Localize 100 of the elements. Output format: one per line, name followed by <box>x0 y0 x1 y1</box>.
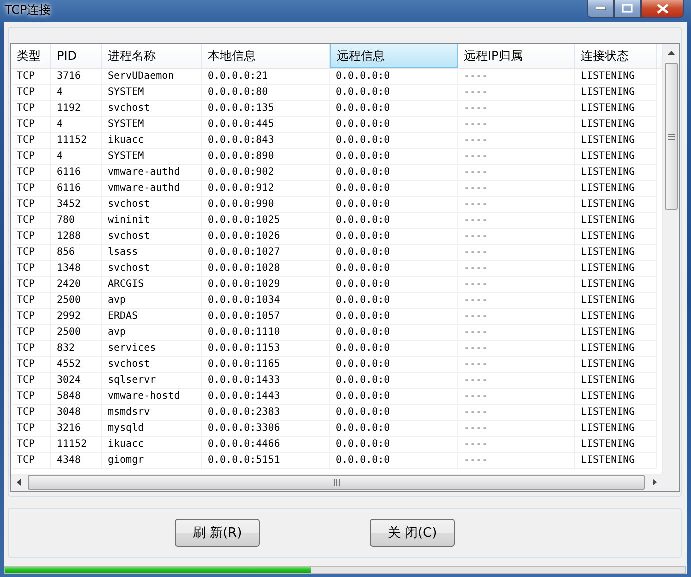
table-cell: ---- <box>458 181 575 197</box>
table-cell: ---- <box>458 149 575 165</box>
left-arrow-icon[interactable] <box>16 479 20 486</box>
table-cell: 0.0.0.0:2383 <box>202 405 330 421</box>
column-header[interactable]: PID <box>51 44 102 68</box>
table-cell: TCP <box>11 293 51 309</box>
table-cell: svchost <box>102 357 202 373</box>
table-cell: LISTENING <box>575 373 657 389</box>
table-cell: 3216 <box>51 421 102 437</box>
table-cell: 0.0.0.0:0 <box>330 133 458 149</box>
table-cell: 0.0.0.0:1034 <box>202 293 330 309</box>
table-cell: TCP <box>11 117 51 133</box>
table-cell: TCP <box>11 213 51 229</box>
table-cell: LISTENING <box>575 85 657 101</box>
table-cell: LISTENING <box>575 389 657 405</box>
table-cell: 0.0.0.0:1433 <box>202 373 330 389</box>
table-cell: 0.0.0.0:0 <box>330 261 458 277</box>
table-cell: 0.0.0.0:0 <box>330 85 458 101</box>
table-cell: LISTENING <box>575 149 657 165</box>
table-cell: 4 <box>51 149 102 165</box>
table-cell: 5848 <box>51 389 102 405</box>
table-cell: TCP <box>11 85 51 101</box>
table-cell: ---- <box>458 277 575 293</box>
grip-icon <box>334 479 340 486</box>
table-cell: ---- <box>458 389 575 405</box>
table-cell: mysqld <box>102 421 202 437</box>
table-cell: 0.0.0.0:990 <box>202 197 330 213</box>
table-cell: ---- <box>458 261 575 277</box>
table-cell: 0.0.0.0:80 <box>202 85 330 101</box>
table-cell: ARCGIS <box>102 277 202 293</box>
column-header[interactable]: 进程名称 <box>102 44 202 68</box>
table-cell: 0.0.0.0:0 <box>330 389 458 405</box>
table-cell: SYSTEM <box>102 117 202 133</box>
dialog-button[interactable]: 刷 新(R) <box>175 519 260 547</box>
scroll-thumb[interactable] <box>664 63 678 210</box>
table-cell: 0.0.0.0:0 <box>330 165 458 181</box>
right-arrow-icon[interactable] <box>652 479 656 486</box>
minimize-button[interactable] <box>587 0 614 18</box>
table-cell: 780 <box>51 213 102 229</box>
column-header[interactable]: 远程信息 <box>330 44 458 68</box>
table-cell: 0.0.0.0:0 <box>330 181 458 197</box>
table-cell: ServUDaemon <box>102 69 202 85</box>
table-cell: 2420 <box>51 277 102 293</box>
table-cell: 856 <box>51 245 102 261</box>
table-cell: 0.0.0.0:1153 <box>202 341 330 357</box>
table-cell: SYSTEM <box>102 149 202 165</box>
vertical-scrollbar[interactable] <box>662 44 679 474</box>
table-cell: LISTENING <box>575 421 657 437</box>
dialog-button[interactable]: 关 闭(C) <box>370 519 455 547</box>
table-cell: LISTENING <box>575 277 657 293</box>
up-arrow-icon[interactable] <box>668 50 674 54</box>
close-icon <box>656 4 668 14</box>
table-cell: TCP <box>11 181 51 197</box>
table-cell: avp <box>102 325 202 341</box>
table-cell: 0.0.0.0:4466 <box>202 437 330 453</box>
table-cell: 0.0.0.0:135 <box>202 101 330 117</box>
table-cell: 0.0.0.0:0 <box>330 421 458 437</box>
minimize-icon <box>596 6 606 10</box>
table-cell: ---- <box>458 213 575 229</box>
table-cell: TCP <box>11 405 51 421</box>
table-cell: LISTENING <box>575 357 657 373</box>
table-cell: TCP <box>11 421 51 437</box>
table-cell: 0.0.0.0:890 <box>202 149 330 165</box>
table-cell: LISTENING <box>575 165 657 181</box>
table-cell: LISTENING <box>575 69 657 85</box>
column-header[interactable]: 远程IP归属 <box>458 44 575 68</box>
table-cell: ---- <box>458 357 575 373</box>
table-cell: TCP <box>11 453 51 469</box>
table-cell: 0.0.0.0:0 <box>330 341 458 357</box>
table-cell: giomgr <box>102 453 202 469</box>
close-button[interactable] <box>641 0 684 18</box>
column-header[interactable]: 连接状态 <box>575 44 657 68</box>
table-cell: 3452 <box>51 197 102 213</box>
table-cell: 1192 <box>51 101 102 117</box>
table-cell: ---- <box>458 85 575 101</box>
table-cell: TCP <box>11 245 51 261</box>
table-cell: ---- <box>458 133 575 149</box>
table-cell: 0.0.0.0:0 <box>330 101 458 117</box>
table-cell: 0.0.0.0:0 <box>330 325 458 341</box>
table-cell: LISTENING <box>575 437 657 453</box>
column-header[interactable]: 类型 <box>11 44 51 68</box>
maximize-button[interactable] <box>614 0 641 18</box>
table-cell: LISTENING <box>575 213 657 229</box>
table-cell: TCP <box>11 309 51 325</box>
table-cell: 4 <box>51 117 102 133</box>
table-cell: ikuacc <box>102 437 202 453</box>
table-cell: LISTENING <box>575 117 657 133</box>
table-cell: TCP <box>11 389 51 405</box>
table-cell: 6116 <box>51 165 102 181</box>
scroll-thumb[interactable] <box>28 475 645 490</box>
table-cell: ikuacc <box>102 133 202 149</box>
table-cell: 0.0.0.0:0 <box>330 117 458 133</box>
table-cell: TCP <box>11 341 51 357</box>
table-cell: wininit <box>102 213 202 229</box>
table-cell: services <box>102 341 202 357</box>
table-cell: ---- <box>458 325 575 341</box>
table-cell: svchost <box>102 261 202 277</box>
table-cell: 4348 <box>51 453 102 469</box>
table-cell: vmware-authd <box>102 181 202 197</box>
table-cell: LISTENING <box>575 453 657 469</box>
